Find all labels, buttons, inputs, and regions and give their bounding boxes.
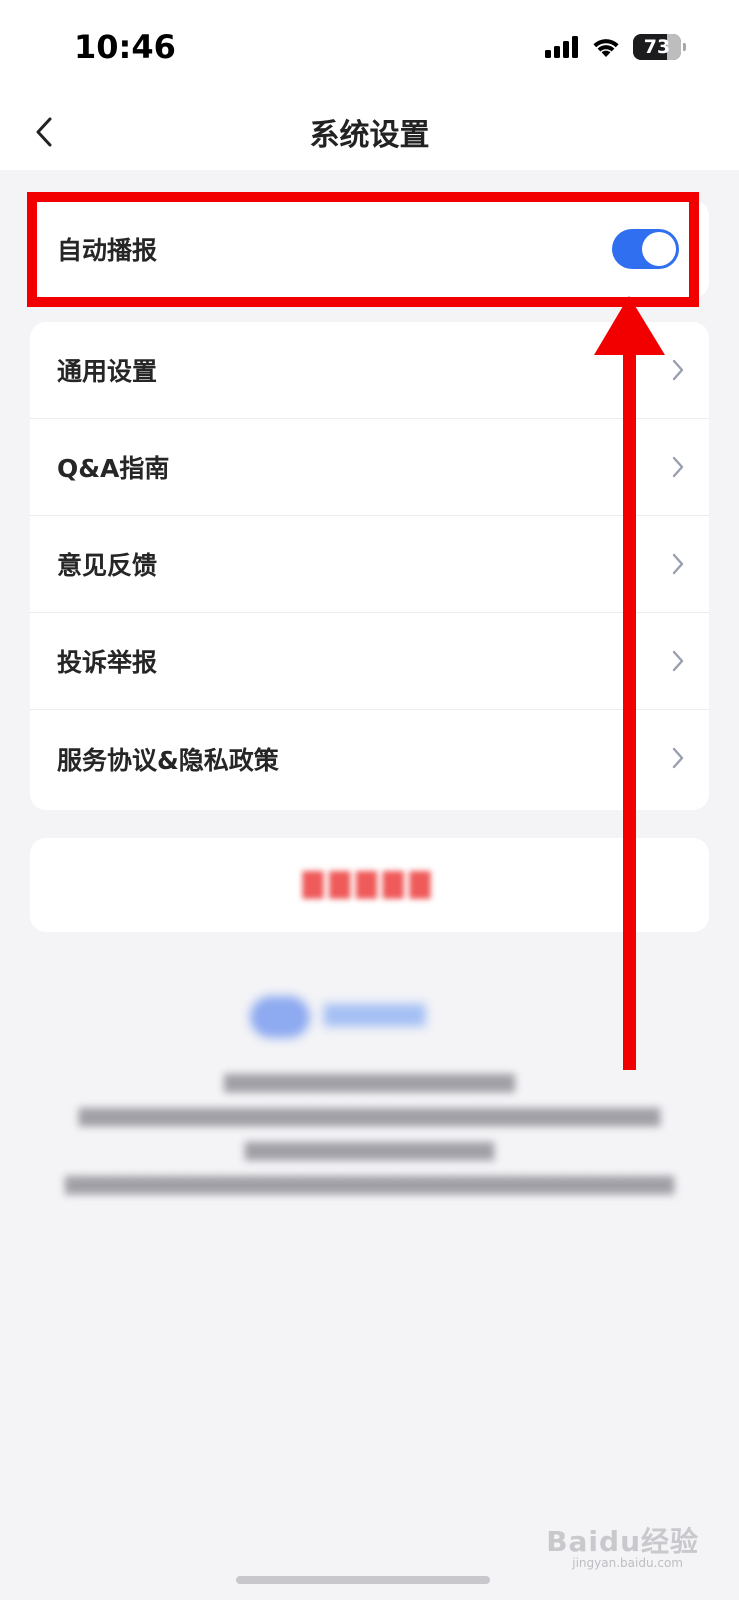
auto-broadcast-card: 自动播报 [30,200,709,298]
battery-icon: 73 [633,34,686,60]
chevron-right-icon [672,553,684,575]
baidu-watermark-url: jingyan.baidu.com [572,1556,683,1570]
auto-broadcast-toggle[interactable] [612,229,679,269]
battery-level: 73 [643,36,671,58]
logout-label-blurred: ▇▇▇▇▇ [302,868,437,899]
chevron-right-icon [672,650,684,672]
menu-item-label: Q&A指南 [57,454,170,483]
cloud-logo-icon [250,996,310,1038]
menu-item-general-settings[interactable]: 通用设置 [30,322,709,419]
menu-item-complaint-report[interactable]: 投诉举报 [30,613,709,710]
auto-broadcast-row: 自动播报 [30,200,709,297]
nav-bar: 系统设置 [0,96,739,170]
logout-button[interactable]: ▇▇▇▇▇ [30,838,709,932]
chevron-right-icon [672,359,684,381]
chevron-right-icon [672,747,684,769]
menu-item-service-privacy[interactable]: 服务协议&隐私政策 [30,710,709,807]
menu-item-qa-guide[interactable]: Q&A指南 [30,419,709,516]
home-indicator [236,1576,490,1584]
toggle-knob [642,232,676,266]
menu-item-label: 通用设置 [57,357,158,386]
menu-item-feedback[interactable]: 意见反馈 [30,516,709,613]
page-title: 系统设置 [309,118,430,153]
app-logo: ▇▇▇▇▇▇ [250,988,490,1048]
status-bar: 10:46 73 [0,0,739,96]
menu-item-label: 投诉举报 [57,648,158,677]
baidu-watermark: Baidu经验 [546,1525,699,1558]
menu-item-label: 服务协议&隐私政策 [57,745,279,775]
chevron-right-icon [672,456,684,478]
status-icons: 73 [545,34,686,60]
status-time: 10:46 [74,28,176,66]
footer-info-blurred: ▇▇▇▇▇▇▇▇▇▇▇▇▇▇▇▇▇▇▇▇▇ ▇▇▇▇▇▇▇▇▇▇▇▇▇▇▇▇▇▇… [64,1072,675,1195]
wifi-icon [593,39,619,57]
signal-icon [545,36,578,58]
settings-menu: 通用设置 Q&A指南 意见反馈 投诉举报 服务协议&隐私政策 [30,322,709,810]
logo-text-blurred: ▇▇▇▇▇▇ [324,1002,426,1027]
auto-broadcast-label: 自动播报 [57,235,158,265]
menu-item-label: 意见反馈 [57,551,158,580]
